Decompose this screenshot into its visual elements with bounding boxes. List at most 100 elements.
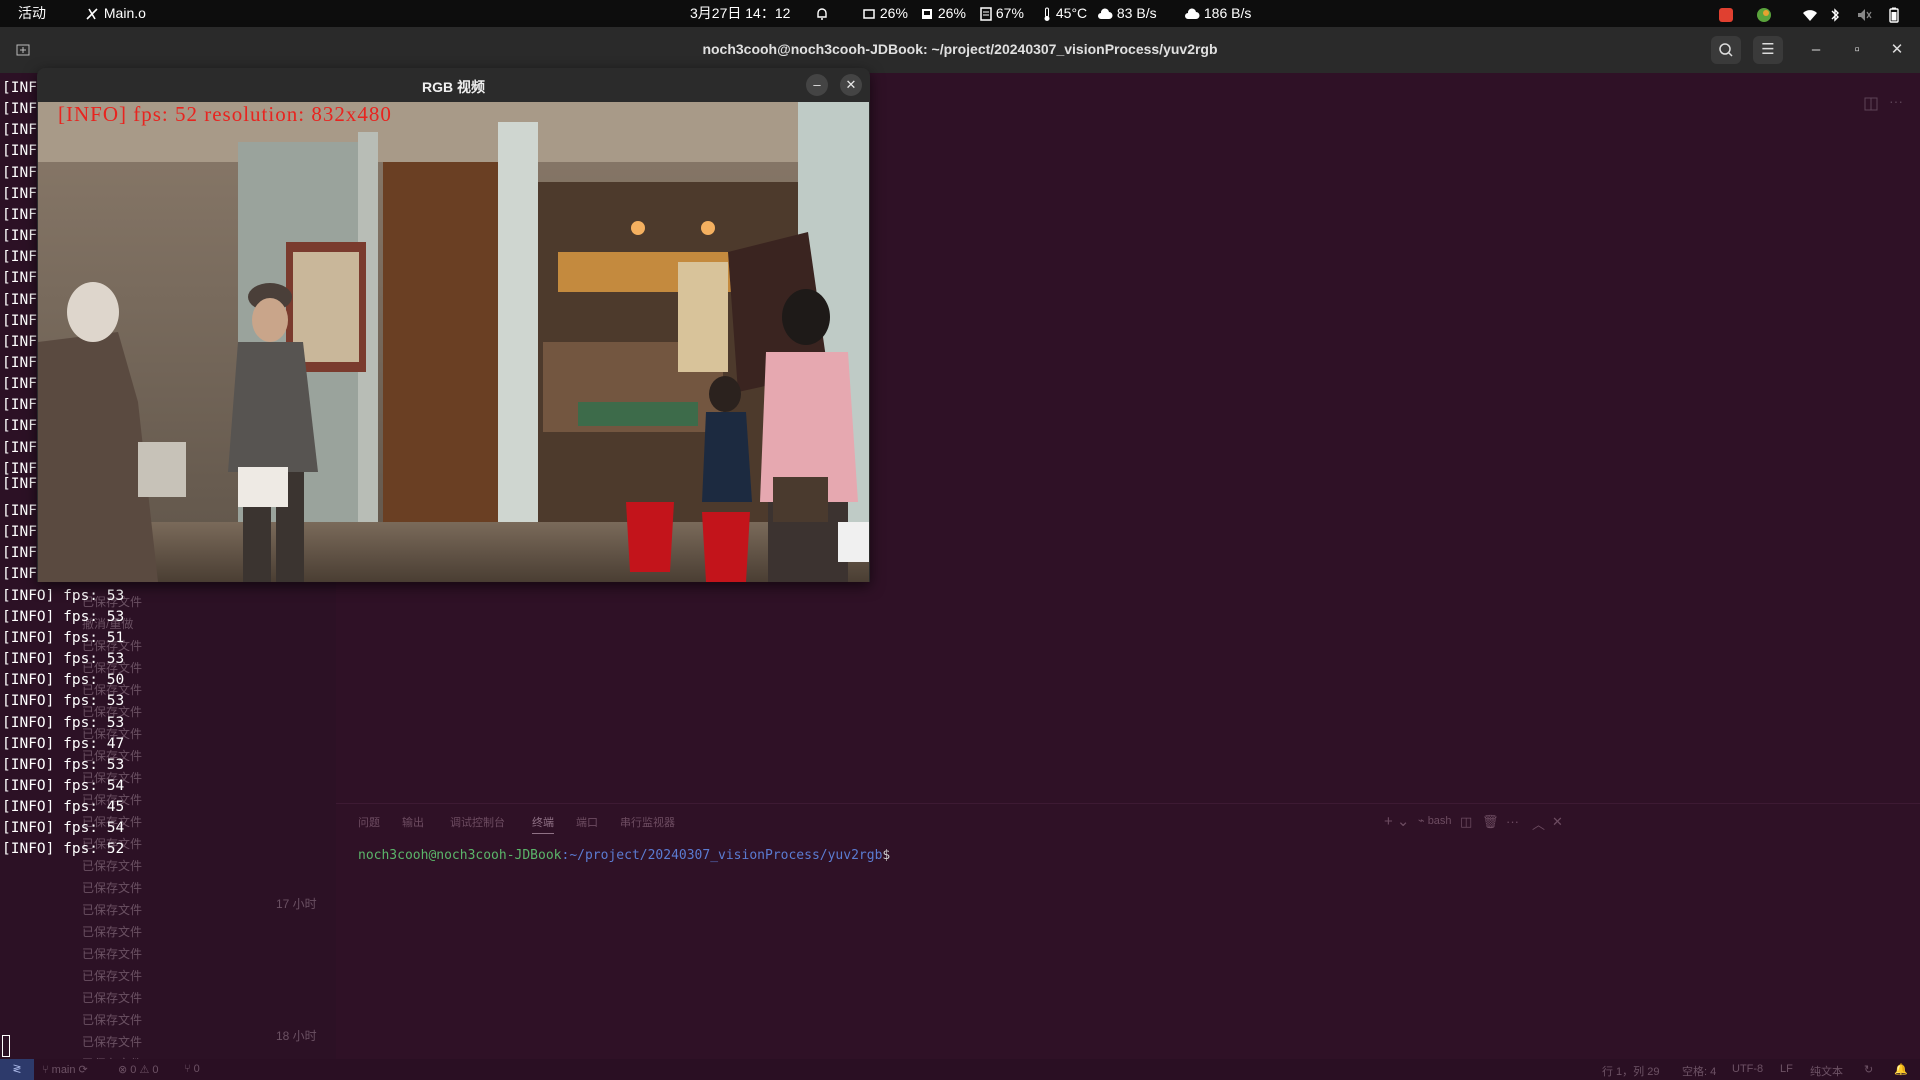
activities-button[interactable]: 活动 bbox=[18, 0, 46, 27]
app-name: Main.o bbox=[103, 5, 146, 21]
download-indicator: 186 B/s bbox=[1184, 0, 1251, 27]
new-terminal-icon[interactable]: + ⌄ bbox=[1384, 812, 1410, 830]
prompt-symbol: $ bbox=[882, 848, 891, 863]
gnome-top-bar: 活动 Main.o 3月27日 14：12 26% 26% 67% 45°C 8… bbox=[0, 0, 1920, 27]
log-line: [INF bbox=[2, 397, 37, 414]
cloud-download-icon bbox=[1185, 8, 1200, 20]
close-panel-icon[interactable]: ✕ bbox=[1552, 814, 1563, 830]
video-window-title: RGB 视频 bbox=[422, 79, 485, 95]
log-line: [INF bbox=[2, 333, 37, 350]
log-line: [INF bbox=[2, 80, 37, 96]
prompt-path: :~/project/20240307_visionProcess/yuv2rg… bbox=[561, 848, 883, 863]
video-frame-image bbox=[38, 102, 869, 582]
cpu-icon bbox=[863, 9, 875, 20]
window-title: noch3cooh@noch3cooh-JDBook: ~/project/20… bbox=[702, 41, 1218, 57]
log-line: [INF bbox=[2, 143, 37, 160]
log-line: [INF bbox=[2, 185, 37, 202]
feedback-icon[interactable]: ↻ bbox=[1864, 1063, 1873, 1076]
log-line: [INF bbox=[2, 228, 37, 245]
tab-debug-console[interactable]: 调试控制台 bbox=[450, 814, 505, 830]
log-line: [INFO] fps: 51 bbox=[2, 629, 125, 646]
temperature-indicator: 45°C bbox=[1042, 0, 1087, 27]
log-line: [INF bbox=[2, 122, 37, 139]
tray-app-red-icon[interactable] bbox=[1718, 5, 1734, 22]
wifi-icon[interactable] bbox=[1802, 5, 1818, 21]
log-line: [INF bbox=[2, 354, 37, 371]
line-ending[interactable]: LF bbox=[1780, 1063, 1793, 1075]
log-line: [INFO] fps: 53 bbox=[2, 608, 125, 625]
thermometer-icon bbox=[1044, 7, 1050, 21]
tab-ports[interactable]: 端口 bbox=[576, 814, 598, 830]
log-line: [INFO] fps: 47 bbox=[2, 735, 125, 752]
terminal-shell-name: bash bbox=[1427, 815, 1452, 827]
more-actions-icon[interactable]: ··· bbox=[1889, 93, 1903, 109]
language-mode[interactable]: 纯文本 bbox=[1810, 1063, 1843, 1079]
battery-icon[interactable] bbox=[1888, 5, 1900, 23]
minimize-video-icon[interactable]: – bbox=[806, 74, 828, 96]
storage-icon bbox=[980, 7, 992, 22]
log-line: [INFO] fps: 53 bbox=[2, 693, 125, 710]
split-editor-icon[interactable] bbox=[1864, 97, 1878, 111]
cursor-position[interactable]: 行 1，列 29 bbox=[1602, 1063, 1659, 1079]
minimize-window-icon[interactable]: – bbox=[1801, 36, 1831, 64]
log-line: [INFO] fps: 53 bbox=[2, 714, 125, 731]
video-frame: [INFO] fps: 52 resolution: 832x480 bbox=[38, 102, 869, 582]
log-line: [INF bbox=[2, 270, 37, 287]
cpu-indicator: 26% bbox=[862, 0, 908, 27]
log-line: [INFO] fps: 54 bbox=[2, 820, 125, 837]
upload-indicator: 83 B/s bbox=[1097, 0, 1157, 27]
log-line: [INF bbox=[2, 418, 37, 435]
bottom-panel: 问题 输出 调试控制台 终端 端口 串行监视器 + ⌄ ⌁ bash ◫ 🗑 ·… bbox=[336, 803, 1920, 1059]
clock[interactable]: 3月27日 14：12 bbox=[690, 0, 790, 27]
memory-indicator: 26% bbox=[920, 0, 966, 27]
search-icon[interactable] bbox=[1711, 36, 1741, 64]
upload-value: 83 B/s bbox=[1116, 5, 1157, 21]
app-icon bbox=[86, 8, 98, 20]
terminal-cursor bbox=[2, 1035, 10, 1057]
notifications-bell-icon[interactable]: 🔔 bbox=[1894, 1063, 1908, 1076]
tab-output[interactable]: 输出 bbox=[402, 814, 424, 830]
rgb-video-window[interactable]: RGB 视频 – ✕ [INFO] fps: 52 resolution: 83… bbox=[37, 68, 870, 582]
window-titlebar: noch3cooh@noch3cooh-JDBook: ~/project/20… bbox=[0, 27, 1920, 73]
log-line: [INF bbox=[2, 206, 37, 223]
maximize-panel-icon[interactable]: ︿ bbox=[1532, 814, 1545, 833]
temperature-value: 45°C bbox=[1055, 5, 1088, 21]
cpu-value: 26% bbox=[879, 5, 908, 21]
encoding[interactable]: UTF-8 bbox=[1732, 1063, 1763, 1075]
tab-serial-monitor[interactable]: 串行监视器 bbox=[620, 814, 675, 830]
log-line: [INFO] fps: 50 bbox=[2, 672, 125, 689]
terminal-shell-icon: ⌁ bbox=[1418, 815, 1428, 827]
log-line: [INFO] fps: 54 bbox=[2, 777, 125, 794]
indentation[interactable]: 空格: 4 bbox=[1682, 1063, 1716, 1079]
app-menu[interactable]: Main.o bbox=[84, 0, 146, 27]
trash-icon[interactable]: 🗑 bbox=[1482, 814, 1499, 830]
log-line: [INFO] fps: 52 bbox=[2, 841, 125, 858]
fps-overlay-text: [INFO] fps: 52 resolution: 832x480 bbox=[58, 102, 392, 126]
cloud-upload-icon bbox=[1098, 8, 1113, 20]
terminal-shell-selector[interactable]: ⌁ bash bbox=[1418, 814, 1452, 827]
log-line: [INFO] fps: 53 bbox=[2, 756, 125, 773]
log-line: [INF bbox=[2, 164, 37, 181]
bluetooth-icon[interactable] bbox=[1830, 5, 1840, 22]
storage-value: 67% bbox=[995, 5, 1024, 21]
log-line: [INF bbox=[2, 460, 37, 477]
maximize-window-icon[interactable]: ▫ bbox=[1842, 36, 1872, 64]
split-terminal-icon[interactable]: ◫ bbox=[1460, 814, 1472, 830]
volume-muted-icon[interactable] bbox=[1856, 5, 1872, 21]
more-panel-actions-icon[interactable]: ··· bbox=[1506, 814, 1519, 829]
download-value: 186 B/s bbox=[1203, 5, 1252, 21]
tray-app-green-icon[interactable] bbox=[1756, 5, 1772, 22]
storage-indicator: 67% bbox=[980, 0, 1024, 27]
memory-icon bbox=[922, 9, 932, 20]
log-line: [INF bbox=[2, 291, 37, 308]
hamburger-menu-icon[interactable]: ☰ bbox=[1753, 36, 1783, 64]
tab-terminal[interactable]: 终端 bbox=[532, 814, 554, 834]
bell-icon[interactable] bbox=[815, 0, 829, 27]
tab-problems[interactable]: 问题 bbox=[358, 814, 380, 830]
log-line: [INF bbox=[2, 439, 37, 456]
terminal-prompt[interactable]: noch3cooh@noch3cooh-JDBook:~/project/202… bbox=[358, 848, 890, 863]
close-window-icon[interactable]: ✕ bbox=[1882, 36, 1912, 64]
log-line: [INF bbox=[2, 376, 37, 393]
close-video-icon[interactable]: ✕ bbox=[840, 74, 862, 96]
prompt-user: noch3cooh@noch3cooh-JDBook bbox=[358, 848, 562, 863]
